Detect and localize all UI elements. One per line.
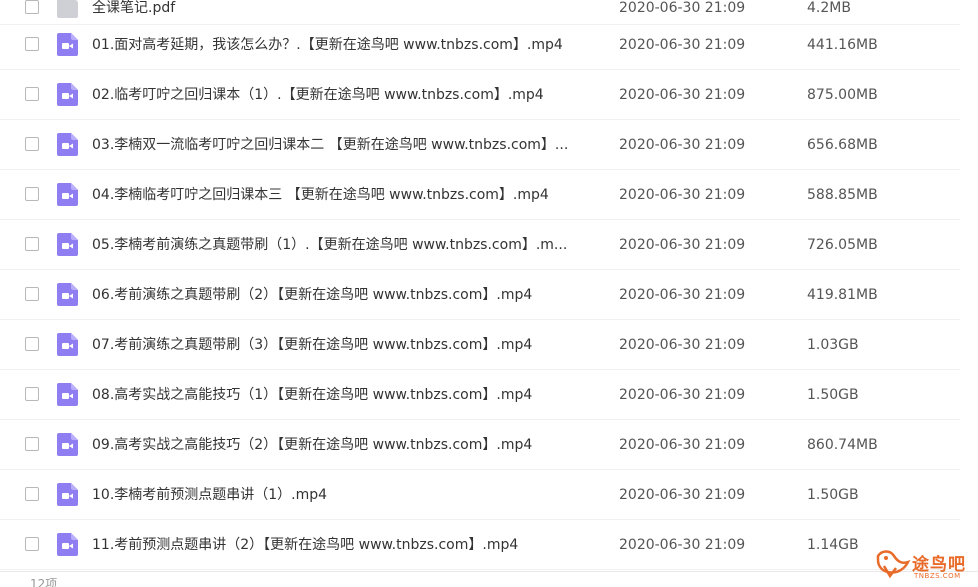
file-list-page: 全课笔记.pdf 2020-06-30 21:09 4.2MB 01.面对高考延… xyxy=(0,0,978,587)
item-count: 12项 xyxy=(30,577,58,587)
file-size: 588.85MB xyxy=(807,187,878,203)
file-date: 2020-06-30 21:09 xyxy=(619,487,746,503)
row-checkbox[interactable] xyxy=(25,137,39,151)
file-size: 1.03GB xyxy=(807,337,859,353)
watermark-en: TNBZS.COM xyxy=(914,572,961,580)
file-size: 656.68MB xyxy=(807,137,878,153)
video-file-icon xyxy=(57,433,78,456)
list-footer: 12项 xyxy=(0,571,978,587)
file-name[interactable]: 06.考前演练之真题带刷（2）【更新在途鸟吧 www.tnbzs.com】.mp… xyxy=(92,270,602,320)
file-date: 2020-06-30 21:09 xyxy=(619,437,746,453)
video-file-icon xyxy=(57,333,78,356)
row-checkbox[interactable] xyxy=(25,0,39,14)
file-date: 2020-06-30 21:09 xyxy=(619,137,746,153)
file-size: 419.81MB xyxy=(807,287,878,303)
file-name[interactable]: 11.考前预测点题串讲（2）【更新在途鸟吧 www.tnbzs.com】.mp4 xyxy=(92,520,602,570)
file-row[interactable]: 08.高考实战之高能技巧（1）【更新在途鸟吧 www.tnbzs.com】.mp… xyxy=(0,370,960,420)
file-name[interactable]: 10.李楠考前预测点题串讲（1）.mp4 xyxy=(92,470,602,520)
row-checkbox[interactable] xyxy=(25,387,39,401)
pdf-file-icon xyxy=(57,0,78,18)
file-name[interactable]: 05.李楠考前演练之真题带刷（1）.【更新在途鸟吧 www.tnbzs.com】… xyxy=(92,220,602,270)
file-row[interactable]: 04.李楠临考叮咛之回归课本三 【更新在途鸟吧 www.tnbzs.com】.m… xyxy=(0,170,960,220)
video-file-icon xyxy=(57,383,78,406)
file-size: 875.00MB xyxy=(807,87,878,103)
file-row[interactable]: 05.李楠考前演练之真题带刷（1）.【更新在途鸟吧 www.tnbzs.com】… xyxy=(0,220,960,270)
file-name[interactable]: 03.李楠双一流临考叮咛之回归课本二 【更新在途鸟吧 www.tnbzs.com… xyxy=(92,120,602,170)
video-file-icon xyxy=(57,483,78,506)
video-file-icon xyxy=(57,283,78,306)
video-file-icon xyxy=(57,183,78,206)
file-row[interactable]: 09.高考实战之高能技巧（2）【更新在途鸟吧 www.tnbzs.com】.mp… xyxy=(0,420,960,470)
file-row[interactable]: 11.考前预测点题串讲（2）【更新在途鸟吧 www.tnbzs.com】.mp4… xyxy=(0,520,960,570)
row-checkbox[interactable] xyxy=(25,287,39,301)
file-name[interactable]: 04.李楠临考叮咛之回归课本三 【更新在途鸟吧 www.tnbzs.com】.m… xyxy=(92,170,602,220)
file-size: 1.14GB xyxy=(807,537,859,553)
file-name[interactable]: 08.高考实战之高能技巧（1）【更新在途鸟吧 www.tnbzs.com】.mp… xyxy=(92,370,602,420)
file-list: 01.面对高考延期，我该怎么办？.【更新在途鸟吧 www.tnbzs.com】.… xyxy=(0,20,960,570)
file-row[interactable]: 10.李楠考前预测点题串讲（1）.mp4 2020-06-30 21:09 1.50… xyxy=(0,470,960,520)
file-name[interactable]: 09.高考实战之高能技巧（2）【更新在途鸟吧 www.tnbzs.com】.mp… xyxy=(92,420,602,470)
file-date: 2020-06-30 21:09 xyxy=(619,237,746,253)
file-name[interactable]: 01.面对高考延期，我该怎么办？.【更新在途鸟吧 www.tnbzs.com】.… xyxy=(92,20,602,70)
file-name[interactable]: 02.临考叮咛之回归课本（1）.【更新在途鸟吧 www.tnbzs.com】.m… xyxy=(92,70,602,120)
file-date: 2020-06-30 21:09 xyxy=(619,87,746,103)
file-date: 2020-06-30 21:09 xyxy=(619,287,746,303)
file-size: 1.50GB xyxy=(807,387,859,403)
file-date: 2020-06-30 21:09 xyxy=(619,187,746,203)
video-file-icon xyxy=(57,33,78,56)
file-size: 1.50GB xyxy=(807,487,859,503)
row-checkbox[interactable] xyxy=(25,437,39,451)
file-row[interactable]: 03.李楠双一流临考叮咛之回归课本二 【更新在途鸟吧 www.tnbzs.com… xyxy=(0,120,960,170)
file-size: 441.16MB xyxy=(807,37,878,53)
file-size: 860.74MB xyxy=(807,437,878,453)
watermark: 途鸟吧 TNBZS.COM xyxy=(872,546,976,586)
file-date: 2020-06-30 21:09 xyxy=(619,537,746,553)
row-checkbox[interactable] xyxy=(25,237,39,251)
file-row[interactable]: 02.临考叮咛之回归课本（1）.【更新在途鸟吧 www.tnbzs.com】.m… xyxy=(0,70,960,120)
file-date: 2020-06-30 21:09 xyxy=(619,337,746,353)
row-checkbox[interactable] xyxy=(25,87,39,101)
file-name[interactable]: 07.考前演练之真题带刷（3）【更新在途鸟吧 www.tnbzs.com】.mp… xyxy=(92,320,602,370)
file-date: 2020-06-30 21:09 xyxy=(619,37,746,53)
video-file-icon xyxy=(57,133,78,156)
file-size: 726.05MB xyxy=(807,237,878,253)
video-file-icon xyxy=(57,233,78,256)
file-date: 2020-06-30 21:09 xyxy=(619,387,746,403)
row-checkbox[interactable] xyxy=(25,537,39,551)
row-checkbox[interactable] xyxy=(25,37,39,51)
bird-logo-icon xyxy=(876,550,911,579)
file-row[interactable]: 07.考前演练之真题带刷（3）【更新在途鸟吧 www.tnbzs.com】.mp… xyxy=(0,320,960,370)
file-row[interactable]: 01.面对高考延期，我该怎么办？.【更新在途鸟吧 www.tnbzs.com】.… xyxy=(0,20,960,70)
file-row[interactable]: 06.考前演练之真题带刷（2）【更新在途鸟吧 www.tnbzs.com】.mp… xyxy=(0,270,960,320)
row-checkbox[interactable] xyxy=(25,187,39,201)
video-file-icon xyxy=(57,83,78,106)
row-checkbox[interactable] xyxy=(25,337,39,351)
row-checkbox[interactable] xyxy=(25,487,39,501)
video-file-icon xyxy=(57,533,78,556)
